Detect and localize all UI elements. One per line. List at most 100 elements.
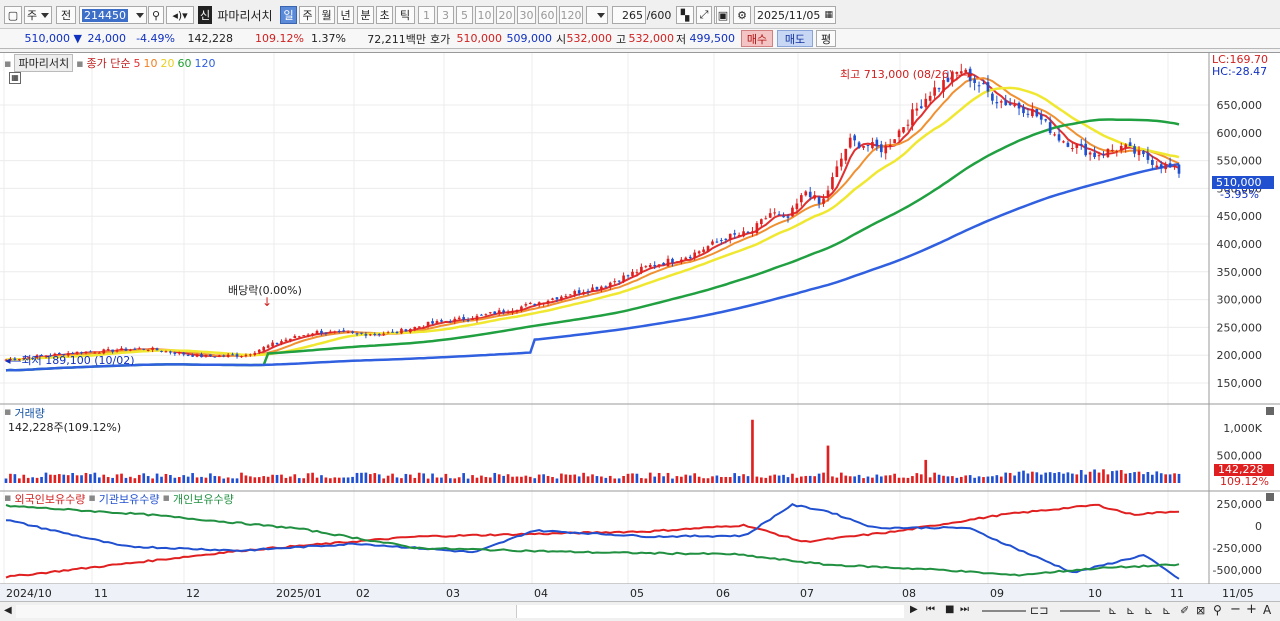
volume-bar bbox=[1053, 473, 1056, 483]
zoom-slider[interactable] bbox=[982, 610, 1026, 612]
volume-bar bbox=[675, 476, 679, 483]
volume-panel-close-icon[interactable] bbox=[1266, 407, 1274, 415]
slider-bracket-icon[interactable]: ⊏⊐ bbox=[1030, 604, 1048, 617]
volume-bar bbox=[9, 473, 12, 483]
first-page-icon[interactable]: ⏮ bbox=[926, 604, 935, 615]
stop-icon[interactable]: ■ bbox=[945, 604, 954, 615]
period-week[interactable]: 주 bbox=[299, 6, 316, 24]
crosshair-icon[interactable]: ⊾ bbox=[1108, 604, 1117, 617]
interval-120[interactable]: 120 bbox=[559, 6, 583, 24]
candle-body bbox=[640, 266, 643, 273]
gear-icon[interactable]: ⚙ bbox=[733, 6, 751, 24]
volume-bar bbox=[600, 476, 603, 483]
ma-10-label[interactable]: 10 bbox=[144, 57, 158, 70]
search-icon[interactable]: ⚲ bbox=[1213, 603, 1222, 617]
draw-icon[interactable]: ⊾ bbox=[1126, 604, 1135, 617]
individual-holding-label[interactable]: 개인보유수량 bbox=[173, 491, 234, 507]
interval-1[interactable]: 1 bbox=[418, 6, 435, 24]
layout-icon[interactable]: ▢ bbox=[4, 6, 22, 24]
candle-body bbox=[129, 349, 132, 351]
count-input[interactable]: 265 bbox=[612, 6, 646, 24]
zoom-in-icon[interactable]: + bbox=[1246, 602, 1257, 617]
sell-button[interactable]: 매도 bbox=[777, 30, 813, 47]
ruler-icon[interactable]: ⊠ bbox=[1196, 604, 1205, 617]
speaker-icon[interactable]: ◂)▾ bbox=[166, 6, 194, 24]
holding-panel-close-icon[interactable] bbox=[1266, 493, 1274, 501]
scroll-right-icon[interactable]: ▶ bbox=[910, 604, 918, 615]
institution-holding-label[interactable]: 기관보유수량 bbox=[99, 491, 160, 507]
calendar-icon[interactable]: ▦ bbox=[824, 10, 833, 20]
drawing-icon[interactable]: ⤢ bbox=[696, 6, 712, 24]
fibo-icon[interactable]: ⊾ bbox=[1162, 604, 1171, 617]
volume-bar bbox=[648, 472, 652, 483]
interval-30[interactable]: 30 bbox=[517, 6, 536, 24]
volume-bar bbox=[413, 477, 417, 483]
ma-5-label[interactable]: 5 bbox=[134, 57, 141, 70]
volume-bar bbox=[591, 474, 594, 483]
volume-bar bbox=[511, 476, 514, 483]
candle-body bbox=[342, 330, 346, 332]
ma-60-label[interactable]: 60 bbox=[178, 57, 192, 70]
zoom-slider[interactable] bbox=[1060, 610, 1100, 612]
volume-bar bbox=[355, 472, 359, 483]
interval-3[interactable]: 3 bbox=[437, 6, 454, 24]
scroll-left-icon[interactable]: ◀ bbox=[4, 605, 12, 616]
foreign-holding-label[interactable]: 외국인보유수량 bbox=[14, 491, 85, 507]
volume-bar bbox=[391, 473, 394, 483]
period-minute[interactable]: 분 bbox=[357, 6, 374, 24]
x-tick-label: 2025/01 bbox=[276, 587, 322, 600]
period-type-button[interactable]: 전 bbox=[56, 6, 76, 24]
chart-type-icon[interactable]: ▚ bbox=[676, 6, 694, 24]
save-icon[interactable]: ▣ bbox=[716, 6, 730, 24]
buy-button[interactable]: 매수 bbox=[741, 30, 773, 47]
ma-title[interactable]: 종가 단순 bbox=[87, 55, 131, 71]
period-day[interactable]: 일 bbox=[280, 6, 297, 24]
volume-bar bbox=[240, 472, 243, 483]
interval-select[interactable] bbox=[586, 6, 608, 24]
pen-icon[interactable]: ✐ bbox=[1180, 604, 1189, 617]
last-page-icon[interactable]: ⏭ bbox=[960, 604, 969, 615]
date-input[interactable]: 2025/11/05 ▦ bbox=[754, 6, 836, 24]
quote-volume-ratio: 109.12% bbox=[255, 32, 304, 45]
candle-body bbox=[871, 142, 874, 149]
stock-code-input[interactable]: 214450 bbox=[79, 6, 147, 24]
volume-bar bbox=[133, 478, 137, 483]
volume-bar bbox=[808, 475, 812, 483]
ma-20-label[interactable]: 20 bbox=[161, 57, 175, 70]
market-select[interactable]: 주 bbox=[24, 6, 52, 24]
price-panel-title[interactable]: 파마리서치 bbox=[14, 54, 74, 72]
holding-tick: 0 bbox=[1255, 520, 1262, 533]
candle-body bbox=[409, 328, 412, 333]
eval-button[interactable]: 평 bbox=[816, 30, 836, 47]
candle-body bbox=[142, 348, 146, 350]
interval-10[interactable]: 10 bbox=[475, 6, 494, 24]
period-second[interactable]: 초 bbox=[376, 6, 393, 24]
volume-bar bbox=[177, 477, 181, 483]
volume-bar bbox=[302, 478, 306, 483]
high-annotation: 최고 713,000 (08/26) —▸ bbox=[840, 68, 974, 81]
font-size-icon[interactable]: A bbox=[1263, 603, 1271, 617]
arrow-right-icon: —▸ bbox=[956, 68, 974, 81]
search-icon[interactable]: ⚲ bbox=[148, 6, 164, 24]
ma-120-label[interactable]: 120 bbox=[195, 57, 216, 70]
candle-body bbox=[720, 240, 723, 242]
volume-bar bbox=[320, 475, 323, 483]
scrollbar-thumb[interactable] bbox=[516, 605, 904, 618]
chart-area[interactable]: 2024/10 11 12 2025/01 02 03 04 05 06 07 08 09 10 11 11… bbox=[0, 52, 1280, 602]
volume-bar bbox=[231, 478, 234, 483]
interval-20[interactable]: 20 bbox=[496, 6, 515, 24]
interval-60[interactable]: 60 bbox=[538, 6, 557, 24]
candle-body bbox=[377, 333, 381, 335]
period-year[interactable]: 년 bbox=[337, 6, 354, 24]
period-tick[interactable]: 틱 bbox=[395, 6, 415, 24]
current-pct-tag: -3.95% bbox=[1220, 188, 1259, 201]
volume-bar bbox=[986, 476, 990, 483]
measure-icon[interactable]: ⊾ bbox=[1144, 604, 1153, 617]
grid-toggle-icon[interactable]: ▦ bbox=[9, 72, 21, 84]
volume-bar bbox=[604, 477, 608, 483]
period-month[interactable]: 월 bbox=[318, 6, 335, 24]
horizontal-scrollbar[interactable] bbox=[16, 605, 904, 618]
volume-bar bbox=[493, 472, 497, 483]
interval-5[interactable]: 5 bbox=[456, 6, 473, 24]
zoom-out-icon[interactable]: − bbox=[1230, 602, 1241, 617]
